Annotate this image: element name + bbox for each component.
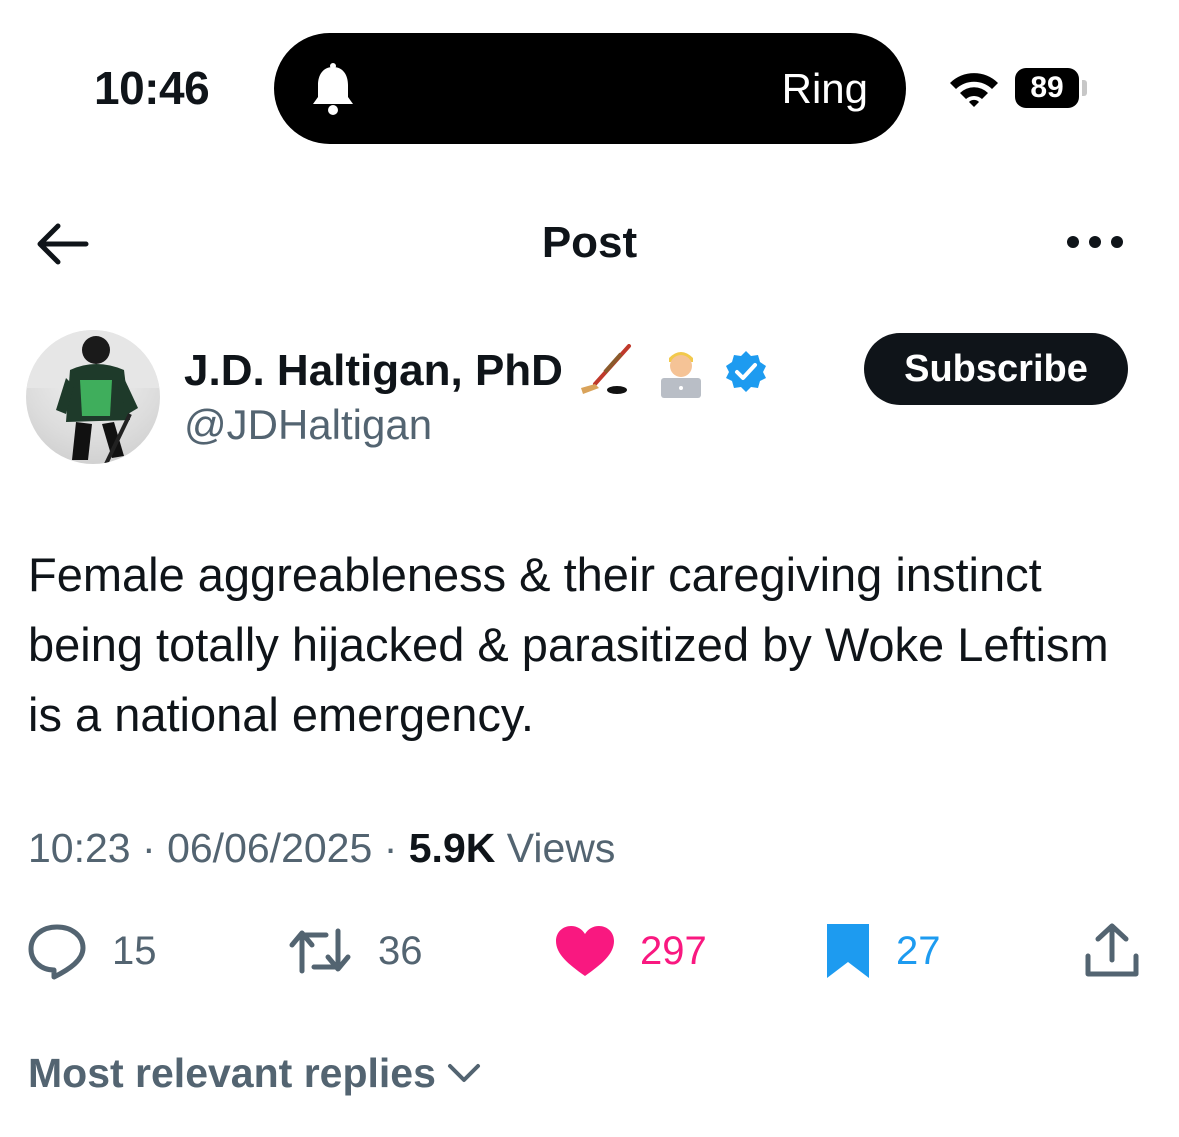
page-title: Post [541, 218, 638, 267]
status-clock: 10:46 [94, 62, 210, 114]
island-label: Ring [781, 65, 868, 112]
repost-button[interactable]: 36 [286, 918, 423, 984]
subscribe-button[interactable]: Subscribe [864, 333, 1128, 405]
like-count: 297 [640, 929, 707, 973]
reply-count: 15 [112, 929, 157, 973]
hockey-stick-icon [580, 344, 631, 394]
replies-sort-dropdown[interactable]: Most relevant replies [28, 1046, 482, 1100]
post-time[interactable]: 10:23 [28, 825, 131, 871]
bookmark-button[interactable]: 27 [824, 918, 941, 984]
author-handle[interactable]: @JDHaltigan [184, 400, 432, 450]
reply-button[interactable]: 15 [26, 918, 157, 984]
share-icon [1085, 923, 1139, 977]
battery-nub [1082, 80, 1087, 96]
author-name-row[interactable]: J.D. Haltigan, PhD [184, 344, 767, 398]
battery-icon: 89 [1015, 68, 1079, 108]
post-text: Female aggreableness & their caregiving … [28, 548, 1109, 741]
wifi-icon [950, 73, 998, 107]
author-name: J.D. Haltigan, PhD [184, 346, 563, 395]
like-button[interactable]: 297 [554, 918, 707, 984]
repost-icon [289, 928, 351, 974]
meta-separator: · [142, 825, 156, 871]
reply-icon [28, 924, 86, 980]
heart-icon [556, 926, 614, 976]
avatar[interactable] [26, 330, 160, 464]
replies-sort-label: Most relevant replies [28, 1050, 436, 1096]
post-date[interactable]: 06/06/2025 [167, 825, 372, 871]
more-icon[interactable] [1064, 224, 1126, 260]
share-button[interactable] [1082, 918, 1142, 984]
bookmark-icon [827, 924, 869, 978]
bookmark-count: 27 [896, 929, 941, 973]
man-technologist-icon [660, 352, 701, 398]
post-meta: 10:23 · 06/06/2025 · 5.9K Views [28, 822, 615, 874]
dynamic-island[interactable]: Ring [274, 33, 906, 144]
bell-icon [313, 63, 353, 115]
verified-badge-icon [725, 351, 766, 392]
chevron-down-icon [447, 1064, 480, 1082]
views-label: Views [506, 825, 616, 871]
meta-separator: · [383, 825, 398, 871]
avatar-image [26, 330, 160, 464]
repost-count: 36 [378, 929, 423, 973]
views-count: 5.9K [408, 825, 496, 871]
